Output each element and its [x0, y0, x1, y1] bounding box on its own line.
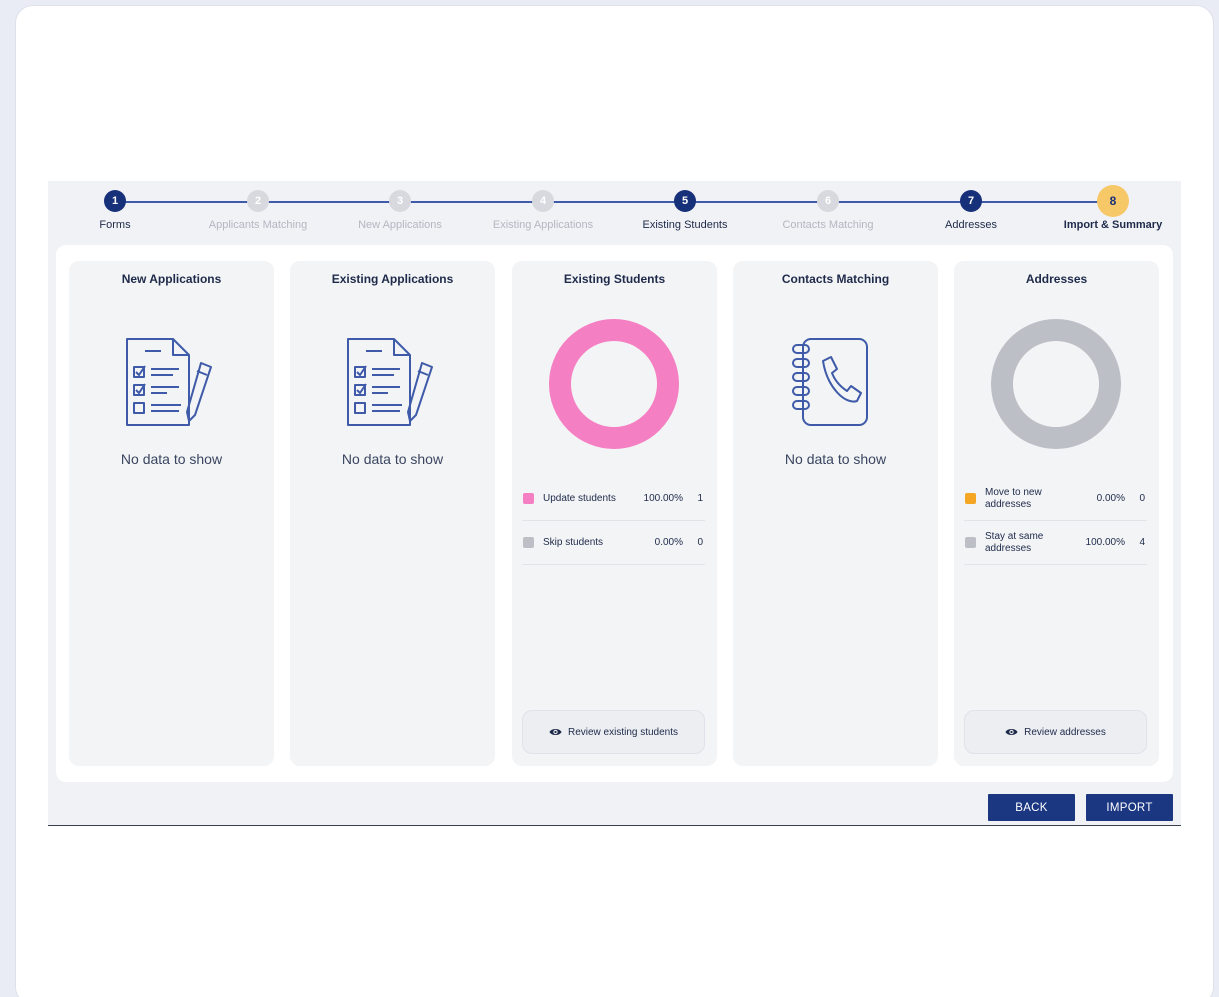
step-label: Addresses: [945, 219, 997, 231]
import-wizard: 1 Forms 2 Applicants Matching 3 New Appl…: [48, 181, 1181, 826]
donut-ring: [549, 319, 679, 449]
step-label: Import & Summary: [1063, 219, 1163, 231]
legend-percent: 100.00%: [643, 493, 683, 504]
address-book-phone-icon: [792, 338, 868, 426]
legend-count: 1: [697, 493, 703, 504]
legend-row: Skip students 0.00% 0: [522, 521, 705, 565]
step-existing-students[interactable]: 5 Existing Students: [610, 190, 760, 231]
legend-label: Skip students: [543, 536, 604, 548]
step-applicants-matching: 2 Applicants Matching: [183, 190, 333, 231]
legend-label: Stay at same addresses: [985, 530, 1044, 554]
legend-percent: 0.00%: [654, 537, 683, 548]
legend-row: Update students 100.00% 1: [522, 477, 705, 521]
legend-row: Move to new addresses 0.00% 0: [964, 477, 1147, 521]
review-existing-students-button[interactable]: Review existing students: [522, 710, 705, 754]
step-label: Applicants Matching: [208, 219, 308, 231]
panel-title: Existing Applications: [331, 272, 454, 286]
checklist-document-icon: [126, 338, 212, 426]
panel-addresses: Addresses Move to new addresses 0.00% 0 …: [954, 261, 1159, 766]
legend-percent: 100.00%: [1085, 537, 1125, 548]
panel-existing-students: Existing Students Update students 100.00…: [512, 261, 717, 766]
step-new-applications: 3 New Applications: [325, 190, 475, 231]
step-number: 2: [247, 190, 269, 212]
legend-swatch: [523, 493, 534, 504]
step-existing-applications: 4 Existing Applications: [468, 190, 618, 231]
step-number: 8: [1097, 185, 1129, 217]
legend-count: 0: [1139, 493, 1145, 504]
wizard-stepper: 1 Forms 2 Applicants Matching 3 New Appl…: [48, 181, 1181, 243]
step-label: Existing Students: [642, 219, 728, 231]
step-number: 5: [674, 190, 696, 212]
step-number: 7: [960, 190, 982, 212]
panel-title: Addresses: [1025, 272, 1088, 286]
step-contacts-matching: 6 Contacts Matching: [753, 190, 903, 231]
empty-state-text: No data to show: [341, 451, 444, 467]
empty-state-text: No data to show: [784, 451, 887, 467]
donut-ring: [991, 319, 1121, 449]
addresses-legend: Move to new addresses 0.00% 0 Stay at sa…: [964, 477, 1147, 565]
panel-title: Existing Students: [563, 272, 666, 286]
step-label: Contacts Matching: [782, 219, 874, 231]
review-button-label: Review addresses: [1024, 726, 1106, 738]
panel-existing-applications: Existing Applications No data to show: [290, 261, 495, 766]
checklist-document-icon: [347, 338, 433, 426]
legend-count: 0: [697, 537, 703, 548]
eye-icon: [1005, 729, 1018, 735]
step-number: 6: [817, 190, 839, 212]
legend-label: Update students: [543, 492, 616, 504]
step-label: Forms: [99, 219, 131, 231]
legend-label: Move to new addresses: [985, 486, 1042, 510]
students-donut-chart: [549, 319, 679, 449]
panel-title: Contacts Matching: [781, 272, 890, 286]
step-addresses[interactable]: 7 Addresses: [896, 190, 1046, 231]
step-import-summary[interactable]: 8 Import & Summary: [1038, 185, 1188, 231]
legend-count: 4: [1139, 537, 1145, 548]
summary-panels: New Applications No data to show Existin…: [56, 245, 1173, 782]
panel-new-applications: New Applications No data to show: [69, 261, 274, 766]
addresses-donut-chart: [991, 319, 1121, 449]
step-label: New Applications: [358, 219, 442, 231]
step-number: 1: [104, 190, 126, 212]
eye-icon: [549, 729, 562, 735]
legend-percent: 0.00%: [1096, 493, 1125, 504]
students-legend: Update students 100.00% 1 Skip students …: [522, 477, 705, 565]
back-button[interactable]: BACK: [988, 794, 1075, 821]
legend-swatch: [523, 537, 534, 548]
legend-swatch: [965, 537, 976, 548]
review-button-label: Review existing students: [567, 726, 679, 738]
step-number: 4: [532, 190, 554, 212]
panel-title: New Applications: [121, 272, 222, 286]
legend-swatch: [965, 493, 976, 504]
review-addresses-button[interactable]: Review addresses: [964, 710, 1147, 754]
step-forms[interactable]: 1 Forms: [40, 190, 190, 231]
import-button[interactable]: IMPORT: [1086, 794, 1173, 821]
panel-contacts-matching: Contacts Matching No data to show: [733, 261, 938, 766]
legend-row: Stay at same addresses 100.00% 4: [964, 521, 1147, 565]
step-label: Existing Applications: [492, 219, 594, 231]
step-number: 3: [389, 190, 411, 212]
empty-state-text: No data to show: [120, 451, 223, 467]
